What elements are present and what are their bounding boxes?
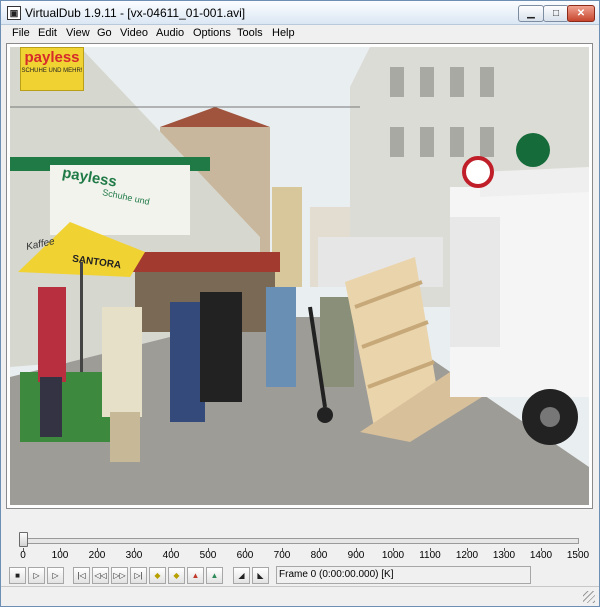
- timeline-tick-label: 0: [20, 550, 26, 561]
- maximize-button[interactable]: □: [543, 5, 569, 22]
- payless-top-text: payless: [24, 49, 80, 66]
- timeline-tick-label: 1000: [381, 550, 405, 561]
- scene-back-icon[interactable]: ▲: [187, 567, 204, 584]
- resize-grip[interactable]: [583, 591, 595, 603]
- timeline-thumb[interactable]: [19, 532, 28, 547]
- stop-icon[interactable]: ■: [9, 567, 26, 584]
- timeline-tick-label: 1400: [529, 550, 553, 561]
- timeline-tick-label: 400: [162, 550, 180, 561]
- market-street-scene: [10, 47, 589, 505]
- main-window: ▣ VirtualDub 1.9.11 - [vx-04611_01-001.a…: [0, 0, 600, 607]
- menu-video[interactable]: Video: [120, 27, 148, 39]
- timeline-tick-label: 1200: [455, 550, 479, 561]
- timeline-tick-label: 600: [236, 550, 254, 561]
- menu-tools[interactable]: Tools: [237, 27, 263, 39]
- scene-forward-icon[interactable]: ▲: [206, 567, 223, 584]
- video-pane: payless SCHUHE UND MEHR! payless Schuhe …: [6, 43, 593, 509]
- timeline-tick-label: 1100: [419, 550, 441, 561]
- timeline-tick-label: 300: [125, 550, 143, 561]
- timeline-tick-label: 700: [273, 550, 291, 561]
- end-icon[interactable]: ▷|: [130, 567, 147, 584]
- status-bar: [1, 586, 599, 606]
- menu-file[interactable]: File: [12, 27, 30, 39]
- payless-top-sign: payless SCHUHE UND MEHR!: [20, 47, 84, 91]
- window-title: VirtualDub 1.9.11 - [vx-04611_01-001.avi…: [25, 6, 246, 20]
- menu-view[interactable]: View: [66, 27, 90, 39]
- play-output-icon[interactable]: ▷: [47, 567, 64, 584]
- next-frame-icon[interactable]: ▷▷: [111, 567, 128, 584]
- menu-bar: File Edit View Go Video Audio Options To…: [1, 25, 599, 43]
- prev-keyframe-icon[interactable]: ◆: [149, 567, 166, 584]
- timeline-tick-label: 1500: [566, 550, 590, 561]
- minimize-button[interactable]: ▁: [518, 5, 544, 22]
- timeline-tick-label: 100: [51, 550, 69, 561]
- video-frame: payless SCHUHE UND MEHR! payless Schuhe …: [10, 47, 589, 505]
- timeline-tick-label: 900: [347, 550, 365, 561]
- timeline-track[interactable]: [22, 538, 579, 544]
- frame-position-field[interactable]: Frame 0 (0:00:00.000) [K]: [276, 566, 531, 584]
- prev-frame-icon[interactable]: ◁◁: [92, 567, 109, 584]
- timeline-tick-label: 800: [310, 550, 328, 561]
- title-bar[interactable]: ▣ VirtualDub 1.9.11 - [vx-04611_01-001.a…: [1, 1, 599, 25]
- start-icon[interactable]: |◁: [73, 567, 90, 584]
- menu-audio[interactable]: Audio: [156, 27, 184, 39]
- mark-out-icon[interactable]: ◣: [252, 567, 269, 584]
- play-input-icon[interactable]: ▷: [28, 567, 45, 584]
- payless-sub-text: SCHUHE UND MEHR!: [21, 68, 83, 74]
- timeline-tick-label: 200: [88, 550, 106, 561]
- film-reel-icon[interactable]: ▣: [7, 6, 21, 20]
- timeline-tick-label: 1300: [492, 550, 516, 561]
- menu-go[interactable]: Go: [97, 27, 112, 39]
- close-button[interactable]: ✕: [567, 5, 595, 22]
- next-keyframe-icon[interactable]: ◆: [168, 567, 185, 584]
- timeline-tick-label: 500: [199, 550, 217, 561]
- mark-in-icon[interactable]: ◢: [233, 567, 250, 584]
- menu-help[interactable]: Help: [272, 27, 295, 39]
- menu-options[interactable]: Options: [193, 27, 231, 39]
- menu-edit[interactable]: Edit: [38, 27, 57, 39]
